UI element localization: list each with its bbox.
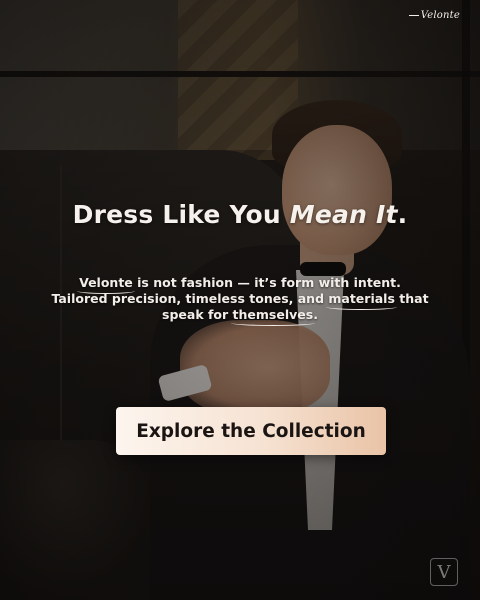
- headline: Dress Like You Mean It.: [0, 200, 480, 229]
- brand-name: Velonte: [420, 10, 460, 21]
- themselves-underlined: themselves: [230, 307, 315, 326]
- body-line3-a: speak for: [162, 307, 233, 322]
- headline-text: Dress Like You: [72, 200, 290, 229]
- ad-banner: Velonte Dress Like You Mean It. Velonte …: [0, 0, 480, 600]
- explore-collection-button[interactable]: Explore the Collection: [116, 407, 386, 455]
- headline-end: .: [397, 200, 408, 229]
- v-logo-letter: V: [437, 561, 451, 583]
- materials-underlined: materials: [326, 291, 397, 310]
- v-logo-icon: V: [430, 558, 458, 586]
- headline-emphasis: Mean It: [289, 200, 398, 229]
- brand-word-underlined: Velonte: [77, 275, 135, 294]
- body-line1: is not fashion — it’s form with intent.: [132, 275, 401, 290]
- brand-rule: [408, 15, 419, 16]
- body-line2-b: that: [394, 291, 429, 306]
- body-copy: Velonte is not fashion — it’s form with …: [50, 275, 430, 326]
- brand-wordmark: Velonte: [408, 10, 460, 21]
